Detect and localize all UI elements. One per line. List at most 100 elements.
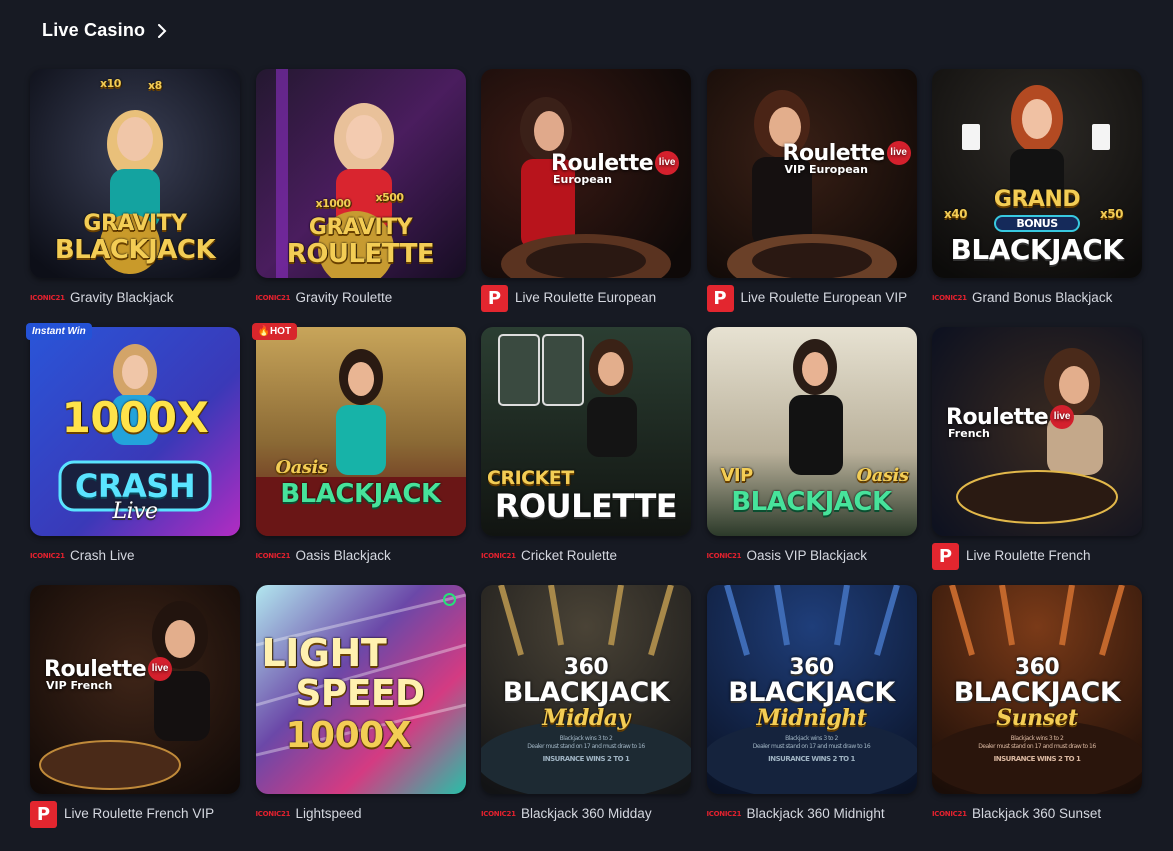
game-tile[interactable]: Oasis BLACKJACK 🔥HOT ICONIC21 Oasis Blac… [251,323,466,585]
section-title: Live Casino [42,20,146,40]
game-tile[interactable]: VIP Oasis BLACKJACK ICONIC21 Oasis VIP B… [706,327,917,585]
game-caption: ICONIC21 Cricket Roulette [481,541,691,571]
game-name[interactable]: Cricket Roulette [521,549,617,563]
game-tile[interactable]: 360 BLACKJACK Sunset Blackjack wins 3 to… [932,585,1142,843]
game-art-multiplier: 1000X [285,715,412,756]
game-art-subtitle: Midnight [756,705,868,731]
iconic21-logo: ICONIC21 [30,294,65,302]
game-name[interactable]: Blackjack 360 Midnight [747,807,885,821]
game-caption: P Live Roulette European VIP [706,283,917,313]
instant-win-badge: Instant Win [26,323,92,340]
live-badge-icon: live [655,151,680,175]
game-tile[interactable]: Roulette live VIP European P Live Roulett… [706,69,917,327]
game-thumbnail[interactable]: 1000X CRASH Live [30,327,240,536]
game-tile[interactable]: Roulette live European P Live Roulette Eu… [481,69,691,327]
game-tile[interactable]: 360 BLACKJACK Midnight Blackjack wins 3 … [706,585,917,843]
game-art-title: Oasis [275,457,328,478]
multiplier-label: x8 [148,79,162,92]
game-thumbnail[interactable]: CRICKET ROULETTE [481,327,691,536]
game-name[interactable]: Blackjack 360 Midday [521,807,652,821]
game-art-title: GRAVITY [308,215,413,240]
game-name[interactable]: Gravity Blackjack [70,291,174,305]
game-tile[interactable]: Roulette live VIP French P Live Roulette … [30,585,240,843]
game-caption: ICONIC21 Blackjack 360 Midnight [707,799,917,829]
game-art-subtitle: BLACKJACK [950,233,1124,266]
multiplier-label: x1000 [315,197,352,210]
game-art-title: CRICKET [487,467,574,489]
game-thumbnail[interactable]: Oasis BLACKJACK [255,327,466,536]
game-tile[interactable]: CRICKET ROULETTE ICONIC21 Cricket Roulet… [481,327,691,585]
game-art-title: BLACKJACK [502,677,670,708]
game-art-bonus: BONUS [994,215,1080,232]
game-name[interactable]: Live Roulette European VIP [741,291,908,305]
roulette-logo: Roulette live European [551,151,680,186]
game-thumbnail[interactable]: Roulette live VIP French [30,585,240,794]
game-thumbnail[interactable]: LIGHT SPEED 1000X [255,585,466,794]
game-art-fine-print: INSURANCE WINS 2 TO 1 [768,755,855,763]
game-thumbnail[interactable]: Roulette live VIP European [706,69,917,278]
game-art-fine-print: Dealer must stand on 17 and must draw to… [527,743,645,750]
game-tile[interactable]: LIGHT SPEED 1000X ICONIC21 Lightspeed [255,585,466,843]
game-art-subtitle: Midday [542,705,630,731]
game-thumbnail[interactable]: x10 x8 GRAVITY BLACKJACK [30,69,240,278]
section-header-live-casino[interactable]: Live Casino [42,20,171,41]
game-name[interactable]: Blackjack 360 Sunset [972,807,1101,821]
game-art-title: LIGHT [261,631,387,675]
game-art-title: GRAND [993,187,1081,212]
game-thumbnail[interactable]: x40 x50 GRAND BONUS BLACKJACK [932,69,1142,278]
game-name[interactable]: Live Roulette French VIP [64,807,214,821]
game-tile[interactable]: x1000 x500 GRAVITY ROULETTE ICONIC21 Gra… [255,69,466,327]
game-art-title: 1000X [61,393,209,442]
game-name[interactable]: Gravity Roulette [296,291,393,305]
game-name[interactable]: Live Roulette European [515,291,656,305]
game-thumbnail[interactable]: 360 BLACKJACK Midnight Blackjack wins 3 … [706,585,917,794]
iconic21-logo: ICONIC21 [932,294,967,302]
iconic21-logo: ICONIC21 [481,810,516,818]
game-caption: ICONIC21 Oasis VIP Blackjack [707,541,917,571]
game-thumbnail[interactable]: Roulette live European [481,69,691,278]
pragmatic-logo: P [30,800,57,828]
game-art-subtitle: Sunset [996,705,1078,731]
iconic21-logo: ICONIC21 [30,552,65,560]
game-name[interactable]: Lightspeed [296,807,362,821]
game-caption: ICONIC21 Gravity Roulette [256,283,466,313]
game-name[interactable]: Live Roulette French [966,549,1091,563]
hot-badge: 🔥HOT [251,323,298,340]
game-tile[interactable]: 1000X CRASH Live Instant Win ICONIC21 Cr… [26,323,240,585]
game-thumbnail[interactable]: 360 BLACKJACK Midday Blackjack wins 3 to… [481,585,691,794]
game-thumbnail[interactable]: VIP Oasis BLACKJACK [706,327,917,536]
pragmatic-logo: P [932,542,959,570]
game-caption: ICONIC21 Gravity Blackjack [30,283,240,313]
live-badge-icon: live [148,657,173,681]
iconic21-logo: ICONIC21 [255,294,291,302]
game-art-fine-print: Dealer must stand on 17 and must draw to… [752,743,871,750]
game-art-subtitle: BLACKJACK [731,487,892,517]
game-name[interactable]: Grand Bonus Blackjack [972,291,1112,305]
game-art-subtitle: ROULETTE [494,487,678,525]
game-name[interactable]: Oasis Blackjack [296,549,391,563]
game-name[interactable]: Oasis VIP Blackjack [747,549,868,563]
live-badge-icon: live [886,141,911,165]
game-tile[interactable]: x10 x8 GRAVITY BLACKJACK ICONIC21 Gravit… [30,69,240,327]
game-thumbnail[interactable]: Roulette live French [932,327,1142,536]
game-grid: x10 x8 GRAVITY BLACKJACK ICONIC21 Gravit… [26,69,1142,843]
iconic21-logo: ICONIC21 [706,810,742,818]
game-tile[interactable]: x40 x50 GRAND BONUS BLACKJACK ICONIC21 G… [932,69,1142,327]
game-caption: ICONIC21 Crash Live [30,541,240,571]
game-caption: P Live Roulette French VIP [30,799,240,829]
game-caption: ICONIC21 Blackjack 360 Sunset [932,799,1142,829]
game-art-title: BLACKJACK [953,677,1121,708]
game-art-title: Oasis [856,465,909,486]
multiplier-label: x500 [375,191,405,204]
game-art-fine-print: Blackjack wins 3 to 2 [559,735,613,742]
game-name[interactable]: Crash Live [70,549,135,563]
game-tile[interactable]: Roulette live French P Live Roulette Fren… [932,327,1142,585]
game-thumbnail[interactable]: 360 BLACKJACK Sunset Blackjack wins 3 to… [932,585,1142,794]
game-caption: ICONIC21 Lightspeed [256,799,466,829]
game-art-fine-print: Blackjack wins 3 to 2 [785,735,838,742]
live-badge-icon: live [1050,405,1075,429]
iconic21-logo: ICONIC21 [255,810,291,818]
game-thumbnail[interactable]: x1000 x500 GRAVITY ROULETTE [255,69,466,278]
game-art-fine-print: INSURANCE WINS 2 TO 1 [542,755,630,763]
game-tile[interactable]: 360 BLACKJACK Midday Blackjack wins 3 to… [481,585,691,843]
